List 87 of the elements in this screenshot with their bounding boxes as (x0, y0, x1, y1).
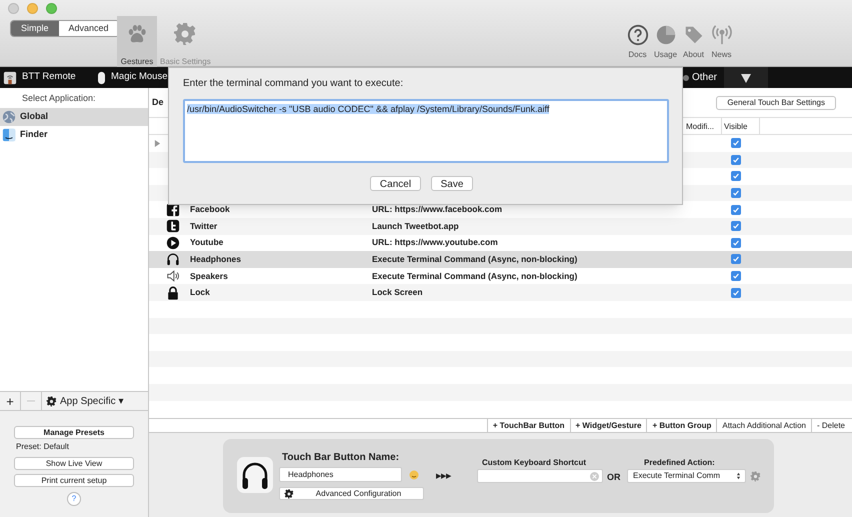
twitter-icon (166, 219, 180, 234)
toolbar-link[interactable]: Usage (653, 24, 678, 61)
gear-icon (173, 22, 198, 46)
device-tab[interactable]: Other (683, 67, 720, 88)
window-control-icon[interactable] (46, 3, 57, 14)
more-devices-button[interactable] (724, 67, 768, 88)
column-header: Modifi... (686, 118, 722, 134)
table-cell: Launch Tweetbot.app (372, 220, 459, 233)
action-dropdown[interactable]: Execute Terminal Comm (627, 469, 746, 483)
list-header: Select Application: (21, 92, 97, 105)
play-icon (166, 236, 180, 250)
checkbox[interactable] (731, 138, 741, 148)
gear-icon (46, 396, 57, 406)
table-cell: Twitter (190, 220, 218, 233)
triangle-icon (740, 72, 752, 84)
settings-button[interactable]: General Touch Bar Settings (716, 96, 836, 110)
column-header: Visible (724, 118, 760, 134)
device-tab[interactable]: Magic Mouse (94, 67, 166, 88)
table-cell: Lock (190, 286, 210, 300)
remote-icon (3, 70, 17, 84)
mouse-icon (97, 70, 106, 84)
checkbox[interactable] (731, 271, 741, 282)
print-setup-button[interactable]: Print current setup (14, 474, 134, 487)
add-button[interactable]: + (0, 392, 21, 410)
checkbox[interactable] (731, 188, 741, 198)
section-header: De (152, 96, 164, 109)
advanced-configuration-button[interactable]: Advanced Configuration (279, 487, 424, 500)
gear-icon (284, 488, 294, 498)
toolbar-link[interactable]: About (681, 24, 706, 61)
table-row[interactable]: Lock Lock Screen (149, 284, 852, 301)
table-cell: Headphones (190, 253, 242, 266)
headphones-icon (237, 457, 273, 493)
table-row[interactable]: Twitter Launch Tweetbot.app (149, 218, 852, 235)
window-control-icon[interactable] (27, 3, 38, 14)
app-item[interactable]: Global (0, 108, 148, 126)
checkbox[interactable] (731, 221, 741, 232)
table-cell: Lock Screen (372, 286, 423, 300)
globe-icon (2, 110, 16, 124)
finder-icon (2, 128, 16, 142)
field-label: Touch Bar Button Name: (282, 451, 400, 465)
toolbar-link[interactable]: Docs (625, 24, 650, 61)
scope-dropdown[interactable]: App Specific ▾ (42, 392, 124, 410)
gear-icon[interactable] (750, 471, 761, 482)
stepper-icon (736, 472, 741, 480)
field-label: Predefined Action: (644, 457, 715, 469)
dialog-prompt: Enter the terminal command you want to execute: (183, 77, 404, 91)
table-cell: Speakers (190, 270, 228, 282)
help-icon (626, 24, 648, 46)
table-cell: Execute Terminal Command (Async, non-blocking) (372, 270, 578, 282)
checkbox[interactable] (731, 254, 741, 264)
checkbox[interactable] (731, 171, 741, 182)
table-cell: Facebook (190, 203, 230, 216)
mode-tab[interactable]: Simple (11, 21, 59, 36)
table-cell: URL: https://www.facebook.com (372, 203, 502, 216)
checkbox[interactable] (731, 238, 741, 248)
table-row[interactable]: Youtube URL: https://www.youtube.com (149, 234, 852, 252)
cancel-button[interactable]: Cancel (370, 176, 421, 191)
or-label: OR (607, 471, 620, 484)
command-field[interactable]: /usr/bin/AudioSwitcher -s "USB audio CODEC" && afplay /System/Library/Sounds/Funk.aiff (183, 99, 669, 163)
table-cell: URL: https://www.youtube.com (372, 236, 498, 250)
name-field[interactable]: Headphones (279, 467, 402, 482)
disclosure-triangle-icon[interactable] (154, 140, 161, 147)
checkbox[interactable] (731, 288, 741, 298)
save-button[interactable]: Save (431, 176, 473, 191)
toolbar-link[interactable]: News (709, 24, 734, 61)
device-tab[interactable]: BTT Remote (0, 67, 94, 88)
checkbox[interactable] (731, 204, 741, 215)
speaker-icon (166, 269, 180, 284)
emoji-icon[interactable] (409, 470, 419, 480)
app-item[interactable]: Finder (0, 126, 148, 144)
pie-chart-icon (654, 24, 676, 46)
show-live-view-button[interactable]: Show Live View (14, 457, 134, 470)
table-row[interactable]: Speakers Execute Terminal Command (Async, non-blocking) (149, 268, 852, 284)
headphones-icon (166, 252, 180, 266)
help-button[interactable]: ? (67, 492, 81, 506)
field-label: Custom Keyboard Shortcut (482, 457, 586, 469)
mode-tab[interactable]: Advanced (58, 21, 119, 36)
toolbar-tab[interactable]: Gestures (117, 16, 157, 67)
manage-presets-button[interactable]: Manage Presets (14, 426, 134, 439)
antenna-icon (710, 24, 732, 46)
preset-label: Preset: Default (15, 441, 70, 453)
table-cell: Execute Terminal Command (Async, non-blocking) (372, 253, 578, 266)
lock-icon (166, 286, 180, 300)
table-row[interactable]: Headphones Execute Terminal Command (Async, non-blocking) (149, 251, 852, 268)
table-cell: Youtube (190, 236, 224, 250)
checkbox[interactable] (731, 154, 741, 165)
shortcut-field[interactable] (477, 469, 603, 483)
